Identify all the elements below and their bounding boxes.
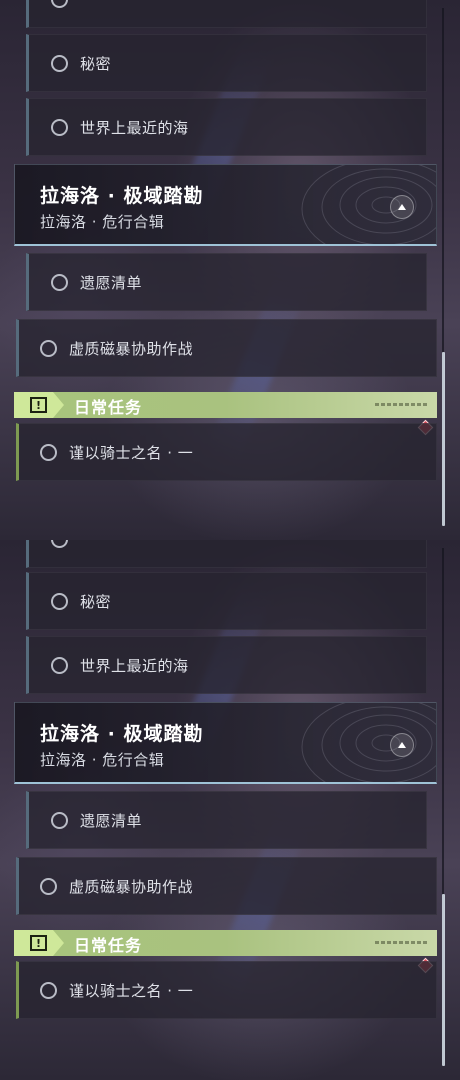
- collapse-toggle-button[interactable]: [390, 733, 414, 757]
- quest-row-magnetic-storm[interactable]: 虚质磁暴协助作战: [16, 319, 437, 377]
- quest-list-panel-bottom: 秘密 世界上最近的海 拉海洛 · 极域踏勘 拉海洛 · 危行合辑 遗愿清单 虚质…: [0, 540, 460, 1080]
- quest-group-header[interactable]: 拉海洛 · 极域踏勘 拉海洛 · 危行合辑: [14, 702, 437, 784]
- daily-quests-header[interactable]: ! 日常任务: [14, 930, 437, 956]
- quest-label: 世界上最近的海: [80, 656, 189, 675]
- quest-label: 秘密: [80, 592, 112, 611]
- quest-row-partial[interactable]: [26, 540, 427, 568]
- quest-label: 谨以骑士之名 · 一: [69, 981, 194, 1000]
- quest-status-icon: [40, 877, 57, 895]
- quest-label: 遗愿清单: [80, 273, 143, 292]
- daily-quests-title: 日常任务: [74, 398, 143, 417]
- daily-quests-title: 日常任务: [74, 936, 143, 955]
- quest-row-secret[interactable]: 秘密: [26, 572, 427, 630]
- quest-status-icon: [40, 443, 57, 461]
- quest-row-knight-name[interactable]: 谨以骑士之名 · 一: [16, 961, 437, 1019]
- quest-row-partial[interactable]: [26, 0, 427, 28]
- quest-status-icon: [40, 339, 57, 357]
- quest-row-knight-name[interactable]: 谨以骑士之名 · 一: [16, 423, 437, 481]
- quest-group-title: 拉海洛 · 极域踏勘: [40, 723, 204, 745]
- triangle-up-icon: [398, 742, 406, 748]
- quest-status-icon: [51, 540, 68, 548]
- quest-status-icon: [51, 118, 68, 136]
- quest-group-subtitle: 拉海洛 · 危行合辑: [40, 751, 165, 769]
- quest-status-icon: [51, 0, 68, 8]
- quest-label: 遗愿清单: [80, 811, 143, 830]
- collapse-toggle-button[interactable]: [390, 195, 414, 219]
- quest-label: 虚质磁暴协助作战: [69, 339, 194, 358]
- quest-list-panel-top: 秘密 世界上最近的海 拉海洛 · 极域踏勘 拉海洛 · 危行合辑 遗愿清单 虚质…: [0, 0, 460, 540]
- daily-quests-header[interactable]: ! 日常任务: [14, 392, 437, 418]
- quest-status-icon: [51, 54, 68, 72]
- quest-status-icon: [40, 981, 57, 999]
- quest-status-icon: [51, 656, 68, 674]
- quest-row-last-wish[interactable]: 遗愿清单: [26, 253, 427, 311]
- quest-label: 虚质磁暴协助作战: [69, 877, 194, 896]
- quest-status-icon: [51, 811, 68, 829]
- header-decoration: [375, 941, 427, 944]
- quest-status-icon: [51, 592, 68, 610]
- quest-group-subtitle: 拉海洛 · 危行合辑: [40, 213, 165, 231]
- quest-row-secret[interactable]: 秘密: [26, 34, 427, 92]
- quest-row-nearest-sea[interactable]: 世界上最近的海: [26, 636, 427, 694]
- quest-row-last-wish[interactable]: 遗愿清单: [26, 791, 427, 849]
- exclamation-box-icon: !: [30, 935, 47, 951]
- quest-label: 秘密: [80, 54, 112, 73]
- quest-row-magnetic-storm[interactable]: 虚质磁暴协助作战: [16, 857, 437, 915]
- scrollbar-thumb[interactable]: [442, 894, 445, 1066]
- quest-group-title: 拉海洛 · 极域踏勘: [40, 185, 204, 207]
- quest-label: 世界上最近的海: [80, 118, 189, 137]
- quest-label: 谨以骑士之名 · 一: [69, 443, 194, 462]
- quest-group-header[interactable]: 拉海洛 · 极域踏勘 拉海洛 · 危行合辑: [14, 164, 437, 246]
- quest-status-icon: [51, 273, 68, 291]
- scrollbar-thumb[interactable]: [442, 352, 445, 526]
- triangle-up-icon: [398, 204, 406, 210]
- quest-row-nearest-sea[interactable]: 世界上最近的海: [26, 98, 427, 156]
- exclamation-box-icon: !: [30, 397, 47, 413]
- header-decoration: [375, 403, 427, 406]
